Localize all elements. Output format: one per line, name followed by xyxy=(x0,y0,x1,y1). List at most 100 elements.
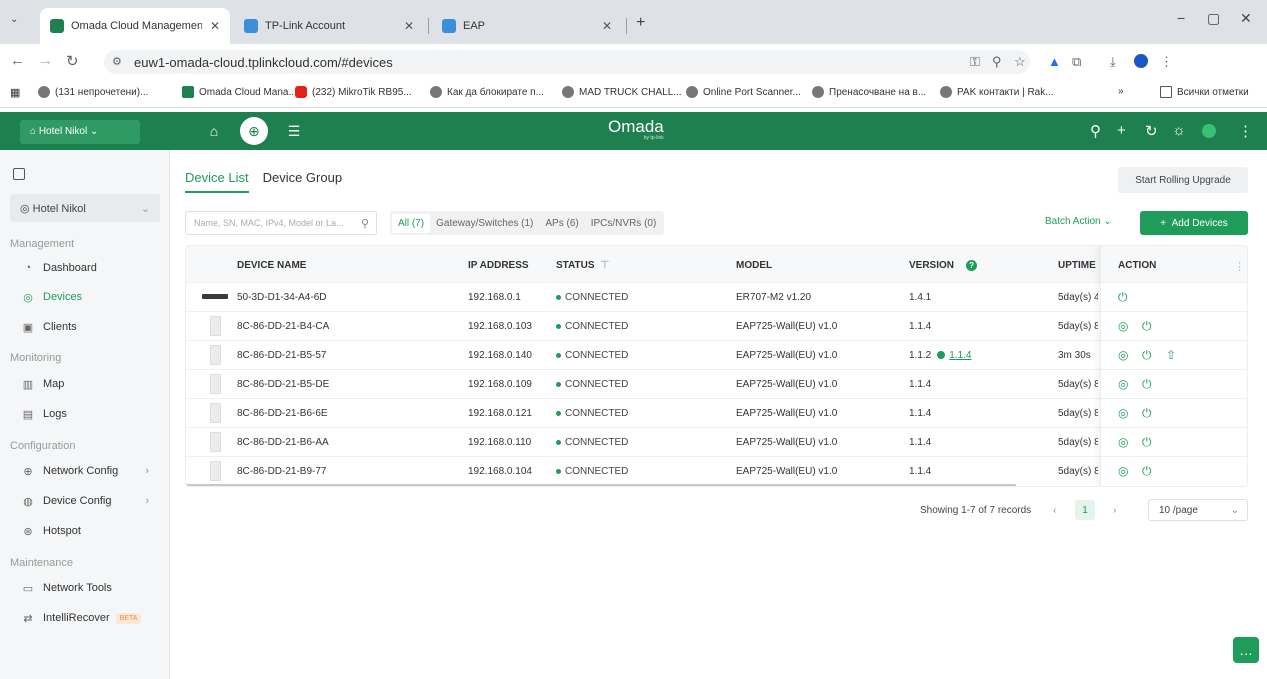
status-indicator-icon[interactable] xyxy=(1202,124,1216,138)
refresh-icon[interactable]: ↻ xyxy=(1145,122,1158,140)
col-uptime[interactable]: UPTIME xyxy=(1058,260,1096,271)
prev-page-icon[interactable]: ‹ xyxy=(1053,505,1056,516)
locate-icon[interactable]: ◎ xyxy=(1118,406,1128,420)
col-version[interactable]: VERSION? xyxy=(909,260,978,271)
site-info-icon[interactable]: ⚙ xyxy=(112,55,122,68)
filter-icon[interactable]: ⊤ xyxy=(601,260,610,271)
bookmark-item[interactable]: Online Port Scanner... xyxy=(686,86,801,98)
bookmarks-overflow-button[interactable]: » xyxy=(1118,86,1124,97)
profile-avatar-icon[interactable] xyxy=(1134,54,1148,68)
reboot-icon[interactable]: ⏻ xyxy=(1142,435,1152,450)
device-search-input[interactable]: Name, SN, MAC, IPv4, Model or La... ⚲ xyxy=(185,211,377,235)
locate-icon[interactable]: ◎ xyxy=(1118,319,1128,333)
search-icon[interactable]: ⚲ xyxy=(1090,122,1101,140)
browser-tab-omada[interactable]: Omada Cloud Management Pla ✕ xyxy=(40,8,230,44)
browser-tab-eap[interactable]: EAP ✕ xyxy=(432,8,622,44)
url-input[interactable]: euw1-omada-cloud.tplinkcloud.com/#device… xyxy=(104,50,1030,74)
bookmark-item[interactable]: Пренасочване на в... xyxy=(812,86,926,98)
sidebar-item-dashboard[interactable]: ◔ Dashboard xyxy=(10,255,165,281)
sidebar-item-map[interactable]: ▥ Map xyxy=(10,371,165,397)
filter-aps[interactable]: APs (6) xyxy=(539,214,584,233)
add-icon[interactable]: + xyxy=(1117,122,1126,139)
globe-nav-icon[interactable]: ⊕ xyxy=(240,117,268,145)
maximize-icon[interactable]: ▢ xyxy=(1207,10,1220,27)
site-selector[interactable]: ⌂ Hotel Nikol ⌄ xyxy=(20,120,140,144)
sidebar-collapse-icon[interactable] xyxy=(13,168,25,180)
device-name[interactable]: 8C-86-DD-21-B6-AA xyxy=(237,437,329,448)
zoom-icon[interactable]: ⚲ xyxy=(992,54,1002,70)
col-status[interactable]: STATUS ⊤ xyxy=(556,260,609,271)
table-row[interactable]: 8C-86-DD-21-B4-CA 192.168.0.103 CONNECTED E… xyxy=(186,311,1247,340)
batch-action-dropdown[interactable]: Batch Action ⌄ xyxy=(1045,216,1112,227)
col-device-name[interactable]: DEVICE NAME xyxy=(237,260,306,271)
reboot-icon[interactable]: ⏻ xyxy=(1142,348,1152,363)
page-number-button[interactable]: 1 xyxy=(1075,500,1095,520)
settings-gear-icon[interactable]: ☼ xyxy=(1172,122,1186,139)
filter-ipcs-nvrs[interactable]: IPCs/NVRs (0) xyxy=(585,214,663,233)
sidebar-item-device-config[interactable]: ◍ Device Config › xyxy=(10,488,165,514)
bookmark-item[interactable]: PAK контакти | Rak... xyxy=(940,86,1054,98)
bookmark-item[interactable]: Как да блокирате п... xyxy=(430,86,544,98)
window-close-icon[interactable]: ✕ xyxy=(1240,10,1252,27)
filter-all[interactable]: All (7) xyxy=(392,213,431,233)
locate-icon[interactable]: ◎ xyxy=(1118,377,1128,391)
forward-icon[interactable]: → xyxy=(38,52,53,69)
help-icon[interactable]: ? xyxy=(966,260,978,271)
bookmark-star-icon[interactable]: ☆ xyxy=(1014,54,1026,70)
tab-search-icon[interactable]: ⌄ xyxy=(10,14,26,30)
more-menu-icon[interactable]: ⋮ xyxy=(1238,122,1253,140)
reboot-icon[interactable]: ⏻ xyxy=(1142,464,1152,479)
filter-gateway-switches[interactable]: Gateway/Switches (1) xyxy=(430,214,539,233)
next-page-icon[interactable]: › xyxy=(1113,505,1116,516)
download-icon[interactable]: ⤓ xyxy=(1110,54,1116,70)
router-nav-icon[interactable]: ☰ xyxy=(280,117,308,145)
table-row[interactable]: 8C-86-DD-21-B6-6E 192.168.0.121 CONNECTED E… xyxy=(186,398,1247,427)
table-row[interactable]: 8C-86-DD-21-B6-AA 192.168.0.110 CONNECTED E… xyxy=(186,427,1247,456)
start-rolling-upgrade-button[interactable]: Start Rolling Upgrade xyxy=(1118,167,1248,193)
sidebar-item-network-tools[interactable]: ▭ Network Tools xyxy=(10,575,165,601)
extensions-icon[interactable]: ⧉ xyxy=(1072,54,1081,70)
browser-tab-tplink-account[interactable]: TP-Link Account ✕ xyxy=(234,8,424,44)
tab-device-list[interactable]: Device List xyxy=(185,170,249,193)
reboot-icon[interactable]: ⏻ xyxy=(1118,290,1128,305)
per-page-select[interactable]: 10 /page ⌄ xyxy=(1148,499,1248,521)
close-icon[interactable]: ✕ xyxy=(404,19,414,33)
bookmark-item[interactable]: MAD TRUCK CHALL... xyxy=(562,86,682,98)
col-model[interactable]: MODEL xyxy=(736,260,772,271)
locate-icon[interactable]: ◎ xyxy=(1118,435,1128,449)
sidebar-item-clients[interactable]: ▣ Clients xyxy=(10,314,165,340)
table-row[interactable]: 8C-86-DD-21-B5-57 192.168.0.140 CONNECTED E… xyxy=(186,340,1247,369)
reboot-icon[interactable]: ⏻ xyxy=(1142,319,1152,334)
upgrade-icon[interactable]: ⇧ xyxy=(1166,348,1176,362)
sidebar-item-hotspot[interactable]: ⊛ Hotspot xyxy=(10,518,165,544)
tab-device-group[interactable]: Device Group xyxy=(263,170,342,193)
horizontal-scrollbar[interactable] xyxy=(186,484,1016,486)
chat-support-icon[interactable]: … xyxy=(1233,637,1259,663)
password-key-icon[interactable]: ⚿ xyxy=(970,54,980,70)
sidebar-item-intellirecover[interactable]: ⇄ IntelliRecover BETA xyxy=(10,605,165,631)
firmware-update-link[interactable]: 1.1.4 xyxy=(949,350,971,361)
drive-extension-icon[interactable]: ▲ xyxy=(1048,54,1061,69)
browser-menu-icon[interactable]: ⋮ xyxy=(1160,54,1173,70)
all-bookmarks-button[interactable]: Всички отметки xyxy=(1160,86,1249,98)
close-icon[interactable]: ✕ xyxy=(602,19,612,33)
table-row[interactable]: 8C-86-DD-21-B5-DE 192.168.0.109 CONNECTED E… xyxy=(186,369,1247,398)
sidebar-site-selector[interactable]: ◎ Hotel Nikol ⌄ xyxy=(10,194,160,222)
device-name[interactable]: 8C-86-DD-21-B9-77 xyxy=(237,466,326,477)
bookmark-item[interactable]: Omada Cloud Mana... xyxy=(182,86,297,98)
sidebar-item-logs[interactable]: ▤ Logs xyxy=(10,401,165,427)
device-name[interactable]: 8C-86-DD-21-B4-CA xyxy=(237,321,329,332)
minimize-icon[interactable]: − xyxy=(1177,10,1185,26)
device-name[interactable]: 8C-86-DD-21-B5-DE xyxy=(237,379,329,390)
search-icon[interactable]: ⚲ xyxy=(361,217,369,230)
table-row[interactable]: 50-3D-D1-34-A4-6D 192.168.0.1 CONNECTED ER7… xyxy=(186,282,1247,311)
locate-icon[interactable]: ◎ xyxy=(1118,348,1128,362)
new-tab-button[interactable]: + xyxy=(636,14,645,32)
apps-grid-icon[interactable]: ▦ xyxy=(10,86,20,99)
add-devices-button[interactable]: + Add Devices xyxy=(1140,211,1248,235)
device-name[interactable]: 8C-86-DD-21-B6-6E xyxy=(237,408,328,419)
back-icon[interactable]: ← xyxy=(10,52,25,69)
sidebar-item-devices[interactable]: ◎ Devices xyxy=(10,284,165,310)
device-name[interactable]: 50-3D-D1-34-A4-6D xyxy=(237,292,326,303)
bookmark-item[interactable]: (131 непрочетени)... xyxy=(38,86,148,98)
